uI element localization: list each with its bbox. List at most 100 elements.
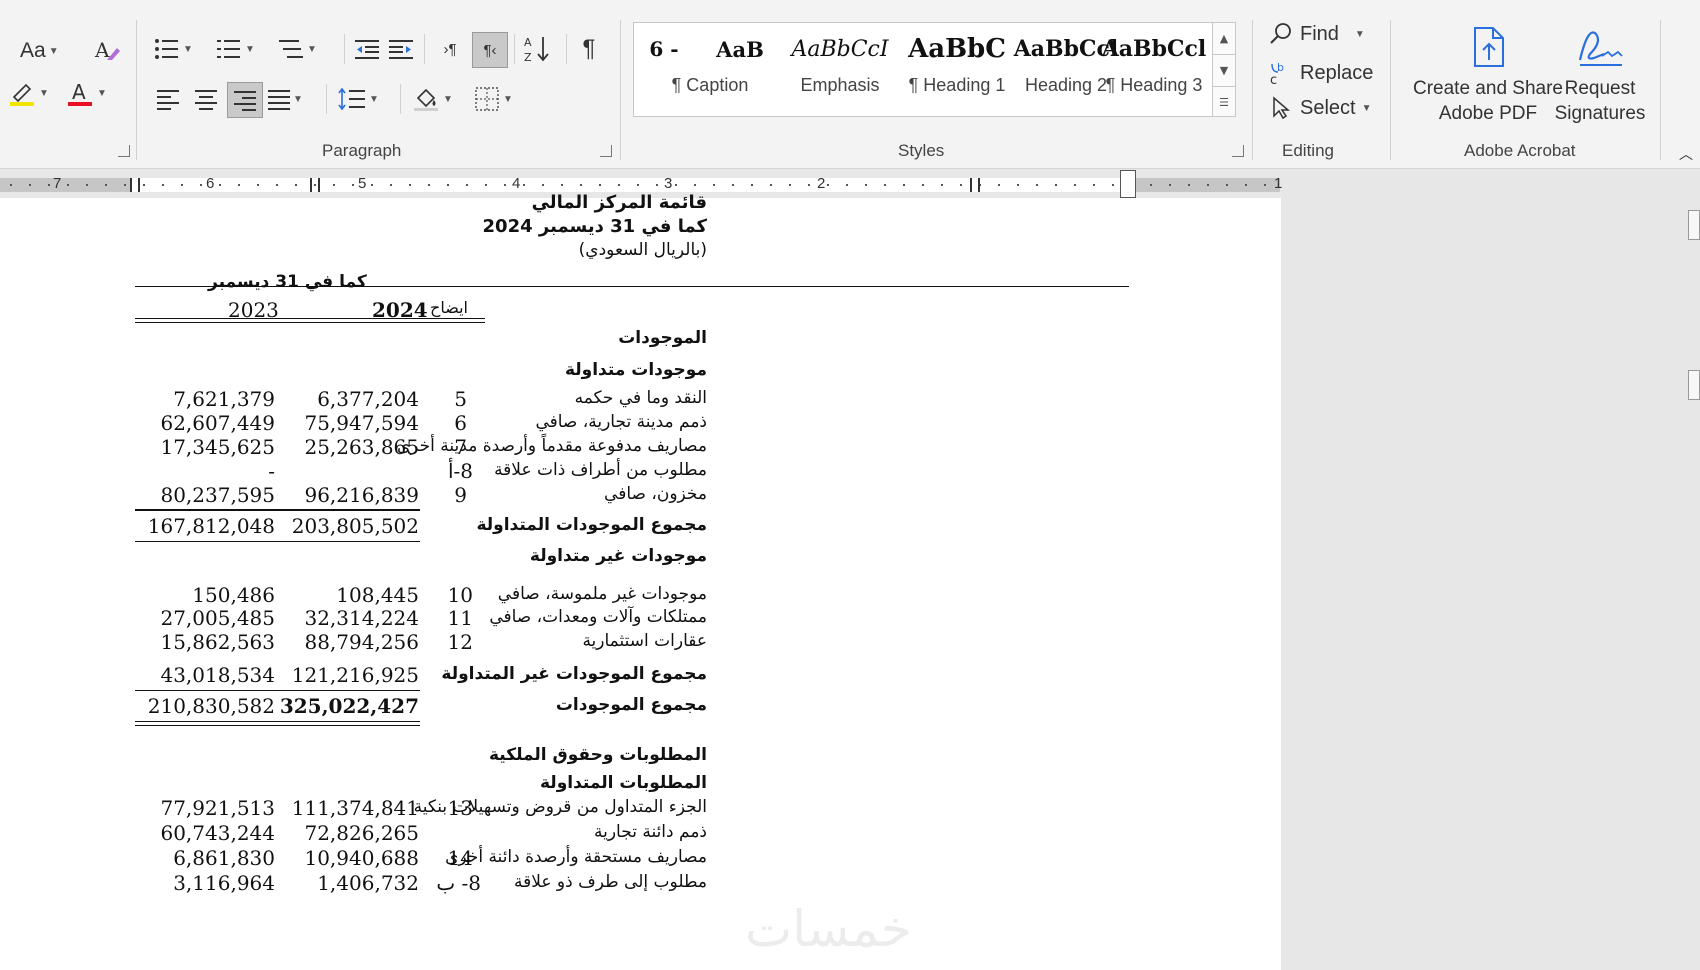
ruler-tick: [523, 184, 525, 186]
chevron-down-icon: ▼: [1361, 102, 1372, 114]
align-center-icon: [195, 90, 217, 110]
horizontal-ruler[interactable]: 7 6 5 4 3 2 1: [0, 170, 1700, 198]
collapse-ribbon-button[interactable]: ︿: [1676, 144, 1696, 164]
table-row-note: 5: [454, 387, 467, 411]
indent-marker[interactable]: [1120, 170, 1136, 198]
svg-text:A: A: [524, 36, 532, 49]
sort-button[interactable]: AZ: [522, 32, 554, 66]
table-row-2024: 111,374,841: [291, 796, 419, 820]
table-row-label: مصاريف مستحقة وأرصدة دائنة أخرى: [445, 847, 707, 867]
ribbon-separator: [514, 34, 515, 64]
ruler-tick: [200, 184, 202, 186]
ruler-tick: [941, 184, 943, 186]
style-item-caption[interactable]: AaB ¶ Caption: [650, 23, 770, 116]
ribbon-separator: [620, 20, 621, 160]
vertical-scrollbar[interactable]: [1688, 210, 1700, 240]
styles-gallery: 6 - AaB ¶ Caption AaBbCcI Emphasis AaBbC…: [633, 22, 1215, 117]
align-center-button[interactable]: [192, 84, 220, 114]
rtl-button[interactable]: ¶‹: [472, 32, 508, 68]
font-dialog-launcher[interactable]: [118, 145, 130, 157]
total-noncurrent-label: مجموع الموجودات غير المتداولة: [441, 664, 707, 684]
table-row-note: 6: [454, 411, 467, 435]
editing-group-label: Editing: [1282, 141, 1334, 160]
ruler-number: 2: [817, 175, 826, 192]
clear-formatting-button[interactable]: A: [92, 34, 122, 66]
clear-formatting-icon: A: [94, 38, 120, 62]
table-row-label: موجودات غير ملموسة، صافي: [497, 584, 707, 604]
text-highlight-button[interactable]: ▼: [8, 78, 49, 108]
justify-icon: [268, 90, 290, 110]
table-row-2024: 108,445: [336, 583, 419, 607]
bullets-button[interactable]: ▼: [154, 34, 193, 64]
ruler-tick: [466, 184, 468, 186]
style-item-heading-3[interactable]: AaBbCcl ¶ Heading 3: [1084, 23, 1224, 116]
scroll-thumb[interactable]: [1688, 370, 1700, 400]
font-color-button[interactable]: A ▼: [66, 78, 107, 108]
chevron-down-icon: ▼: [1354, 28, 1365, 40]
ruler-number: 4: [512, 175, 521, 192]
shading-button[interactable]: ▼: [412, 84, 453, 114]
ruler-bar: [0, 178, 1280, 192]
align-right-button[interactable]: [227, 82, 263, 118]
tab-stop-marker[interactable]: [310, 178, 320, 192]
line-spacing-button[interactable]: ▼: [338, 84, 379, 114]
ribbon-separator: [424, 34, 425, 64]
increase-indent-icon: [389, 40, 413, 59]
ruler-tick: [846, 184, 848, 186]
chevron-down-icon: ▼: [369, 93, 379, 105]
create-share-label-2: Adobe PDF: [1438, 103, 1538, 124]
ruler-tick: [67, 184, 69, 186]
ruler-tick: [903, 184, 905, 186]
styles-more-button[interactable]: ☰: [1213, 87, 1235, 118]
styles-scroll-down-button[interactable]: ▼: [1213, 55, 1235, 87]
table-row-note: 12: [447, 630, 473, 654]
select-button[interactable]: Select ▼: [1268, 96, 1372, 120]
create-share-pdf-button[interactable]: Create and Share Adobe PDF: [1404, 24, 1572, 126]
ruler-tick: [86, 184, 88, 186]
statement-title: قائمة المركز المالي: [531, 192, 707, 213]
double-rule-top: [135, 721, 420, 722]
tab-stop-marker[interactable]: [970, 178, 980, 192]
align-left-button[interactable]: [154, 84, 182, 114]
line-spacing-icon: [338, 87, 365, 111]
change-case-button[interactable]: Aa ▼: [20, 36, 59, 66]
ruler-tick: [105, 184, 107, 186]
chevron-up-icon: ︿: [1679, 146, 1693, 162]
table-row-2023: 62,607,449: [160, 411, 275, 435]
replace-icon: bc: [1268, 60, 1294, 86]
table-row-label: مصاريف مدفوعة مقدماً وأرصدة مدينة أخرى: [396, 436, 707, 456]
increase-indent-button[interactable]: [386, 34, 416, 64]
ruler-tick: [162, 184, 164, 186]
table-row-2023: 150,486: [192, 583, 275, 607]
sort-icon: AZ: [524, 36, 549, 64]
find-button[interactable]: Find ▼: [1268, 22, 1365, 46]
ruler-tick: [561, 184, 563, 186]
numbering-button[interactable]: ▼: [216, 34, 255, 64]
replace-button[interactable]: bc Replace: [1268, 60, 1373, 86]
total-current-assets-2024: 203,805,502: [291, 514, 419, 538]
multilevel-list-button[interactable]: ▼: [278, 34, 317, 64]
borders-button[interactable]: ▼: [474, 84, 513, 114]
ruler-tick: [1055, 184, 1057, 186]
styles-dialog-launcher[interactable]: [1232, 145, 1244, 157]
request-signatures-button[interactable]: Request Signatures: [1548, 24, 1652, 126]
ribbon: Aa ▼ A ▼ A ▼ ▼ ▼ ▼ ›¶ ¶‹ AZ ¶ ▼ ▼ ▼ ▼ Pa…: [0, 0, 1700, 169]
paragraph-dialog-launcher[interactable]: [600, 145, 612, 157]
document-page[interactable]: قائمة المركز المالي كما في 31 ديسمبر 202…: [0, 192, 1281, 970]
table-row-2023: 15,862,563: [160, 630, 275, 654]
ruler-number: 6: [206, 175, 215, 192]
ruler-number: 7: [53, 175, 62, 192]
styles-scroll-up-button[interactable]: ▲: [1213, 23, 1235, 55]
table-row-2024: 72,826,265: [304, 821, 419, 845]
show-hide-marks-button[interactable]: ¶: [574, 34, 604, 64]
ltr-button[interactable]: ›¶: [434, 34, 466, 64]
tab-stop-marker[interactable]: [130, 178, 140, 192]
ruler-tick: [485, 184, 487, 186]
ruler-tick: [1150, 184, 1152, 186]
decrease-indent-button[interactable]: [352, 34, 382, 64]
ribbon-separator: [566, 34, 567, 64]
justify-button[interactable]: ▼: [268, 84, 303, 114]
ruler-number: 5: [358, 175, 367, 192]
ruler-tick: [390, 184, 392, 186]
align-right-icon: [234, 91, 256, 111]
